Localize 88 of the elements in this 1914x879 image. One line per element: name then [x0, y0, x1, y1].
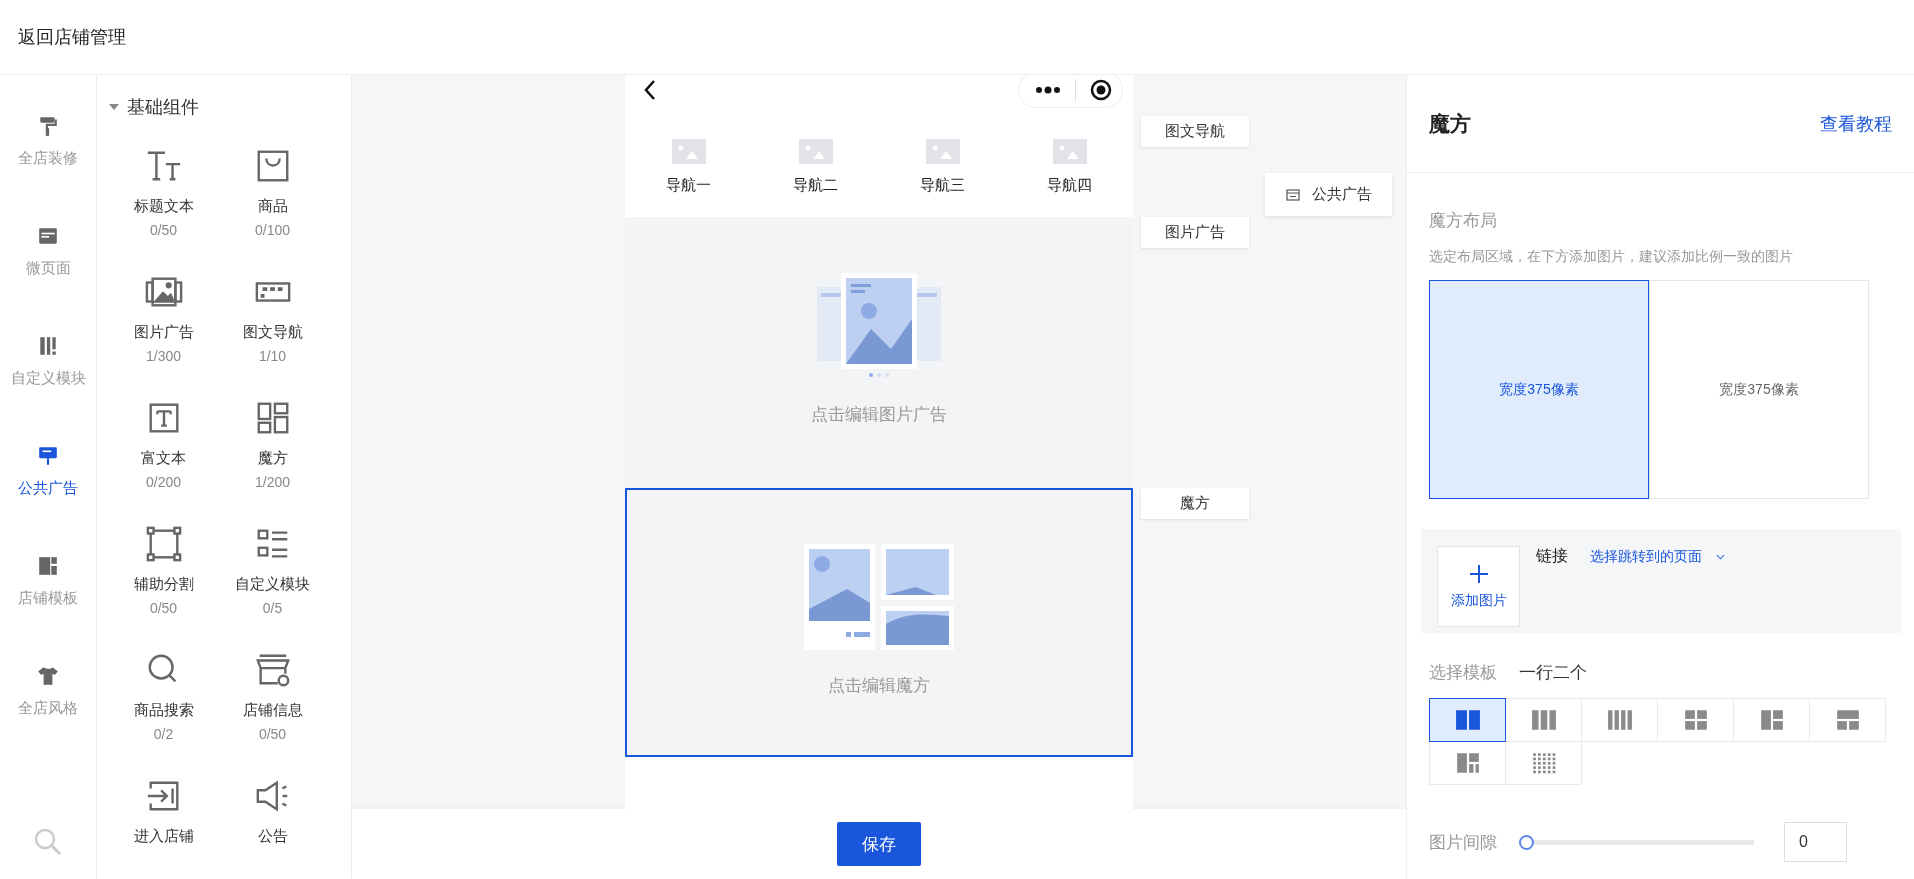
- component-count: 1/200: [254, 474, 290, 490]
- component-count: 0/2: [153, 726, 174, 742]
- component-name: 公告: [257, 827, 288, 846]
- billboard-icon: [37, 445, 59, 467]
- page-icon: [37, 225, 59, 247]
- component-tile[interactable]: 标题文本 0/50: [109, 147, 218, 255]
- component-tile[interactable]: 商品搜索 0/2: [109, 651, 218, 759]
- roller-icon: [37, 115, 59, 137]
- image-placeholder-icon: [925, 138, 960, 164]
- component-name: 商品搜索: [133, 701, 194, 720]
- public-ad-button[interactable]: 公共广告: [1265, 173, 1392, 216]
- nav-label: 导航四: [1047, 175, 1092, 195]
- back-chevron-icon[interactable]: [643, 78, 657, 101]
- section-tag[interactable]: 图文导航: [1141, 116, 1249, 147]
- caret-icon: [1716, 554, 1725, 560]
- slider-thumb[interactable]: [1519, 834, 1534, 850]
- component-count: 0/50: [149, 600, 178, 616]
- image-ad-hint: 点击编辑图片广告: [811, 404, 947, 426]
- gap-input[interactable]: 0: [1784, 822, 1847, 862]
- component-count: 1/300: [145, 348, 181, 364]
- component-tile[interactable]: 图片广告 1/300: [109, 273, 218, 381]
- component-tile[interactable]: 进入店铺: [109, 777, 218, 879]
- grid-layout-icon: [1682, 709, 1709, 731]
- component-count: 0/100: [254, 222, 290, 238]
- component-name: 进入店铺: [133, 827, 194, 846]
- component-count: 0/200: [145, 474, 181, 490]
- component-tile[interactable]: 图文导航 1/10: [218, 273, 327, 381]
- record-icon[interactable]: [1090, 78, 1112, 101]
- divider-icon: [144, 525, 183, 563]
- image-placeholder-icon: [1052, 138, 1087, 164]
- three-layout-icon: [1530, 709, 1557, 731]
- image-placeholder-icon: [798, 138, 833, 164]
- component-tile[interactable]: 魔方 1/200: [218, 399, 327, 507]
- collapse-triangle-icon[interactable]: [109, 104, 119, 110]
- component-tile[interactable]: 富文本 0/200: [109, 399, 218, 507]
- shirt-icon: [37, 665, 59, 687]
- nav-label: 导航三: [920, 175, 965, 195]
- save-button[interactable]: 保存: [837, 822, 921, 866]
- plus-icon: [1468, 563, 1489, 584]
- component-tile[interactable]: 商品 0/100: [218, 147, 327, 255]
- component-name: 标题文本: [133, 197, 194, 216]
- panel-title: 魔方: [1429, 110, 1471, 137]
- component-count: 0/50: [258, 726, 287, 742]
- component-name: 魔方: [257, 449, 288, 468]
- section-label: 魔方布局: [1429, 210, 1498, 232]
- template-value: 一行二个: [1519, 662, 1587, 684]
- component-count: 0/50: [149, 222, 178, 238]
- component-name: 图文导航: [242, 323, 303, 342]
- tutorial-link[interactable]: 查看教程: [1820, 111, 1892, 136]
- component-count: 1/10: [258, 348, 287, 364]
- nav-item[interactable]: 公共广告: [18, 445, 78, 555]
- layout-cell[interactable]: 宽度375像素: [1429, 280, 1649, 499]
- mixed-layout-icon: [1454, 752, 1481, 774]
- component-count: 0/5: [262, 600, 283, 616]
- component-name: 商品: [257, 197, 288, 216]
- image-nav-section[interactable]: 导航一 导航二 导航三 导航四: [625, 116, 1133, 217]
- nav-label: 导航二: [793, 175, 838, 195]
- top-big-layout-icon: [1834, 709, 1861, 731]
- window-icon: [1285, 188, 1300, 201]
- component-name: 自定义模块: [235, 575, 310, 594]
- layout-hint: 选定布局区域，在下方添加图片，建议添加比例一致的图片: [1429, 248, 1794, 266]
- component-tile[interactable]: 辅助分割 0/50: [109, 525, 218, 633]
- section-tag[interactable]: 魔方: [1141, 488, 1249, 519]
- link-label: 链接: [1536, 546, 1568, 566]
- back-link[interactable]: 返回店铺管理: [18, 25, 126, 49]
- component-name: 图片广告: [133, 323, 194, 342]
- image-placeholder-icon: [671, 138, 706, 164]
- section-tag[interactable]: 图片广告: [1141, 217, 1249, 248]
- left-big-layout-icon: [1758, 709, 1785, 731]
- template-option[interactable]: [1429, 698, 1506, 742]
- template-label: 选择模板: [1429, 662, 1497, 684]
- component-name: 富文本: [141, 449, 186, 468]
- link-select[interactable]: 选择跳转到的页面: [1590, 548, 1725, 566]
- add-image-button[interactable]: 添加图片: [1437, 546, 1520, 627]
- component-tile[interactable]: 公告: [218, 777, 327, 879]
- layout-cell[interactable]: 宽度375像素: [1649, 280, 1869, 499]
- component-tile[interactable]: 自定义模块 0/5: [218, 525, 327, 633]
- nav-label: 导航一: [666, 175, 711, 195]
- dots-layout-icon: [1530, 752, 1557, 774]
- component-name: 店铺信息: [242, 701, 303, 720]
- four-layout-icon: [1606, 709, 1633, 731]
- cube-hint: 点击编辑魔方: [828, 675, 930, 697]
- component-name: 辅助分割: [133, 575, 194, 594]
- group-title: 基础组件: [127, 96, 199, 119]
- two-layout-icon: [1454, 709, 1481, 731]
- component-tile[interactable]: 店铺信息 0/50: [218, 651, 327, 759]
- more-icon[interactable]: [1035, 84, 1061, 95]
- gap-label: 图片间隙: [1429, 831, 1497, 854]
